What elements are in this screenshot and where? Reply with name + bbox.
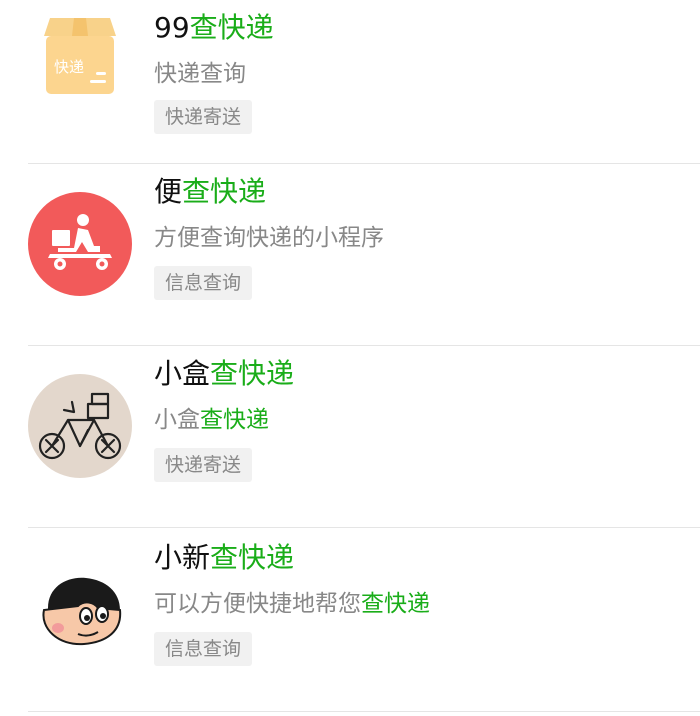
cartoon-face-icon xyxy=(28,558,132,662)
result-tag: 信息查询 xyxy=(154,266,253,300)
result-tag: 信息查询 xyxy=(154,632,253,666)
divider xyxy=(28,711,700,712)
result-description: 方便查询快递的小程序 xyxy=(154,225,384,251)
divider xyxy=(28,527,700,528)
result-tag: 快递寄送 xyxy=(154,448,253,482)
result-description: 可以方便快捷地帮您查快递 xyxy=(154,591,430,617)
result-description: 小盒查快递 xyxy=(154,407,269,433)
result-title: 小新查快递 xyxy=(154,541,295,574)
result-title: 99查快递 xyxy=(154,11,274,44)
result-title: 便查快递 xyxy=(154,175,267,208)
result-title: 小盒查快递 xyxy=(154,357,295,390)
result-tag: 快递寄送 xyxy=(154,100,253,134)
result-description: 快递查询 xyxy=(154,61,246,87)
package-box-icon: 快递 xyxy=(28,0,132,102)
result-item-xiaoxin[interactable]: 小新查快递 可以方便快捷地帮您查快递 信息查询 xyxy=(0,530,700,712)
result-item-bian[interactable]: 便查快递 方便查询快递的小程序 信息查询 xyxy=(0,164,700,346)
bicycle-sketch-icon xyxy=(28,374,132,478)
result-item-99[interactable]: 快递 99查快递 快递查询 快递寄送 xyxy=(0,0,700,164)
result-item-xiaohe[interactable]: 小盒查快递 小盒查快递 快递寄送 xyxy=(0,346,700,528)
delivery-scooter-icon xyxy=(28,192,132,296)
svg-text:快递: 快递 xyxy=(54,58,84,76)
